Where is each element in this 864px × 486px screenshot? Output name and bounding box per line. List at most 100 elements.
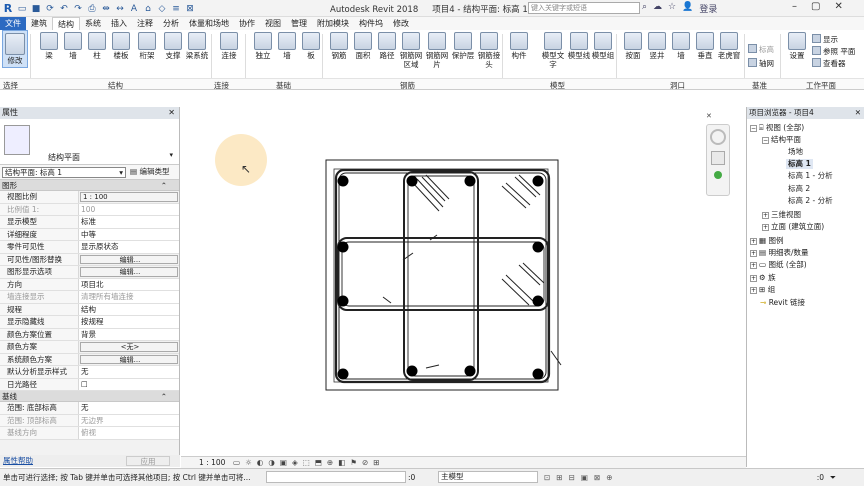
beam-button[interactable]: 梁	[36, 30, 62, 60]
property-value[interactable]: 结构	[79, 303, 179, 315]
tree-node-revit-links[interactable]: ⊸ Revit 链接	[760, 298, 805, 308]
expand-icon[interactable]: +	[762, 224, 769, 231]
tab-architecture[interactable]: 建筑	[26, 17, 52, 30]
collapse-icon[interactable]: ⌃	[161, 391, 167, 402]
save-icon[interactable]: ■	[30, 3, 42, 15]
wall-foundation-button[interactable]: 墙	[274, 30, 300, 60]
tree-node-schedules[interactable]: + ▤ 明细表/数量	[750, 248, 809, 258]
fabric-area-button[interactable]: 钢筋网区域	[398, 30, 424, 69]
column-button[interactable]: 柱	[84, 30, 110, 60]
brace-button[interactable]: 支撑	[160, 30, 186, 60]
model-group-button[interactable]: 模型组	[590, 30, 616, 60]
tab-manage[interactable]: 管理	[286, 17, 312, 30]
connection-button[interactable]: 连接	[216, 30, 242, 60]
filter-icon[interactable]: ⏷	[830, 469, 836, 486]
property-value[interactable]: 背景	[79, 328, 179, 340]
apply-button[interactable]: 应用	[126, 456, 170, 466]
column-outline[interactable]	[325, 159, 559, 391]
property-value[interactable]: 无边界	[79, 414, 179, 426]
print-icon[interactable]: ⎙	[86, 3, 98, 15]
user-icon[interactable]: 👤	[682, 2, 693, 15]
star-icon[interactable]: ☆	[668, 2, 676, 15]
property-row[interactable]: 墙连接显示 清理所有墙连接	[0, 291, 179, 304]
tab-addins[interactable]: 附加模块	[312, 17, 354, 30]
close-icon[interactable]: ✕	[834, 1, 842, 12]
measure-icon[interactable]: ⇹	[100, 3, 112, 15]
model-text-button[interactable]: 模型文字	[540, 30, 566, 69]
collapse-icon[interactable]: ⌃	[161, 180, 167, 191]
property-value[interactable]: 显示原状态	[79, 241, 179, 253]
property-row[interactable]: 规程 结构	[0, 303, 179, 316]
tree-node-level-2[interactable]: 标高 2	[788, 184, 810, 194]
property-value[interactable]: 编辑...	[80, 267, 178, 277]
viewer-button[interactable]: 查看器	[812, 58, 846, 69]
rebar-button[interactable]: 钢筋	[326, 30, 352, 60]
property-row[interactable]: 可见性/图形替换 编辑...	[0, 253, 179, 266]
property-row[interactable]: 视图比例 1 : 100	[0, 191, 179, 204]
longitudinal-bars[interactable]	[337, 175, 544, 380]
maximize-icon[interactable]: ▢	[811, 1, 820, 12]
tab-massing[interactable]: 体量和场地	[184, 17, 234, 30]
tree-node-structural-plans[interactable]: − 结构平面	[762, 135, 801, 145]
text-icon[interactable]: A	[128, 3, 140, 15]
selection-filter-icons[interactable]: ⊡⊞⊟▣⊠⊕	[544, 469, 619, 486]
property-value[interactable]: 100	[79, 203, 179, 215]
grid-button[interactable]: 轴网	[748, 58, 774, 69]
path-rebar-button[interactable]: 路径	[374, 30, 400, 60]
revit-logo-icon[interactable]: R	[2, 2, 14, 15]
chevron-down-icon[interactable]: ▾	[169, 151, 173, 159]
tree-node-views[interactable]: − ⌸ 视图 (全部)	[750, 123, 804, 133]
property-row[interactable]: 默认分析显示样式无	[0, 366, 179, 379]
undo-icon[interactable]: ↶	[58, 3, 70, 15]
close-icon[interactable]: ✕	[855, 107, 861, 119]
tab-systems[interactable]: 系统	[80, 17, 106, 30]
expand-icon[interactable]: +	[750, 250, 757, 257]
thin-lines-icon[interactable]: ≡	[170, 3, 182, 15]
property-value[interactable]: 编辑...	[80, 354, 178, 364]
minimize-icon[interactable]: –	[792, 1, 797, 12]
property-row[interactable]: 基线方向 俯视	[0, 427, 179, 440]
type-selector[interactable]: 结构平面 ▾	[0, 119, 179, 165]
property-value[interactable]: 按规程	[79, 316, 179, 328]
tab-component-dock[interactable]: 构件坞	[354, 17, 388, 30]
coupler-button[interactable]: 钢筋接头	[476, 30, 502, 69]
edit-type-button[interactable]: ▤ 编辑类型	[130, 167, 169, 177]
property-value[interactable]: 中等	[79, 228, 179, 240]
property-row[interactable]: 图形显示选项 编辑...	[0, 266, 179, 279]
property-row[interactable]: 显示隐藏线 按规程	[0, 316, 179, 329]
ref-plane-button[interactable]: 参照 平面	[812, 46, 855, 57]
property-value[interactable]: <无>	[80, 342, 178, 352]
open-icon[interactable]: ▭	[16, 3, 28, 15]
property-value[interactable]: 俯视	[79, 427, 179, 439]
property-value[interactable]: ☐	[79, 378, 179, 390]
model-line-button[interactable]: 模型线	[566, 30, 592, 60]
property-section[interactable]: 图形 ⌃	[0, 180, 179, 191]
tab-insert[interactable]: 插入	[106, 17, 132, 30]
redo-icon[interactable]: ↷	[72, 3, 84, 15]
truss-button[interactable]: 桁架	[134, 30, 160, 60]
collapse-icon[interactable]: −	[750, 125, 757, 132]
property-row[interactable]: 比例值 1: 100	[0, 203, 179, 216]
expand-icon[interactable]: +	[750, 275, 757, 282]
property-value[interactable]: 清理所有墙连接	[79, 291, 179, 303]
tree-node-level-1-analytical[interactable]: 标高 1 - 分析	[788, 171, 833, 181]
property-value[interactable]: 项目北	[79, 278, 179, 290]
area-rebar-button[interactable]: 面积	[350, 30, 376, 60]
property-row[interactable]: 范围: 顶部标高 无边界	[0, 414, 179, 427]
expand-icon[interactable]: +	[750, 238, 757, 245]
set-workplane-button[interactable]: 设置	[784, 30, 810, 60]
zoom-icon[interactable]	[711, 151, 725, 165]
3d-view-icon[interactable]: ⌂	[142, 3, 154, 15]
design-option-field[interactable]: 主模型	[438, 471, 538, 483]
beam-system-button[interactable]: 梁系统	[184, 30, 210, 60]
floor-button[interactable]: 楼板	[108, 30, 134, 60]
property-row[interactable]: 颜色方案位置 背景	[0, 328, 179, 341]
tab-collaborate[interactable]: 协作	[234, 17, 260, 30]
outer-stirrup[interactable]	[334, 168, 551, 384]
tree-node-sheets[interactable]: + ▭ 图纸 (全部)	[750, 260, 807, 270]
sync-icon[interactable]: ⟳	[44, 3, 56, 15]
collapse-icon[interactable]: −	[762, 137, 769, 144]
vertical-opening-button[interactable]: 垂直	[692, 30, 718, 60]
tree-node-level-2-analytical[interactable]: 标高 2 - 分析	[788, 196, 833, 206]
section-icon[interactable]: ◇	[156, 3, 168, 15]
